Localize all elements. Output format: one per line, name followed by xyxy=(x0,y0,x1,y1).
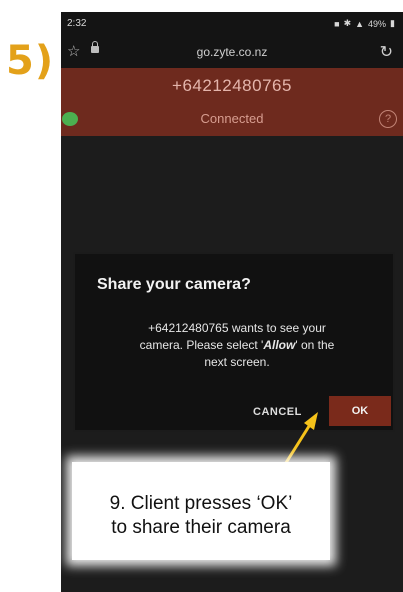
annotation-line2: to share their camera xyxy=(111,517,291,538)
annotation-text: 9. Client presses ‘OK’ to share their ca… xyxy=(74,492,328,540)
arrow-line xyxy=(282,422,313,467)
annotation-callout: 9. Client presses ‘OK’ to share their ca… xyxy=(72,462,330,560)
arrow-head xyxy=(304,412,318,430)
annotation-line1: 9. Client presses ‘OK’ xyxy=(109,493,293,514)
